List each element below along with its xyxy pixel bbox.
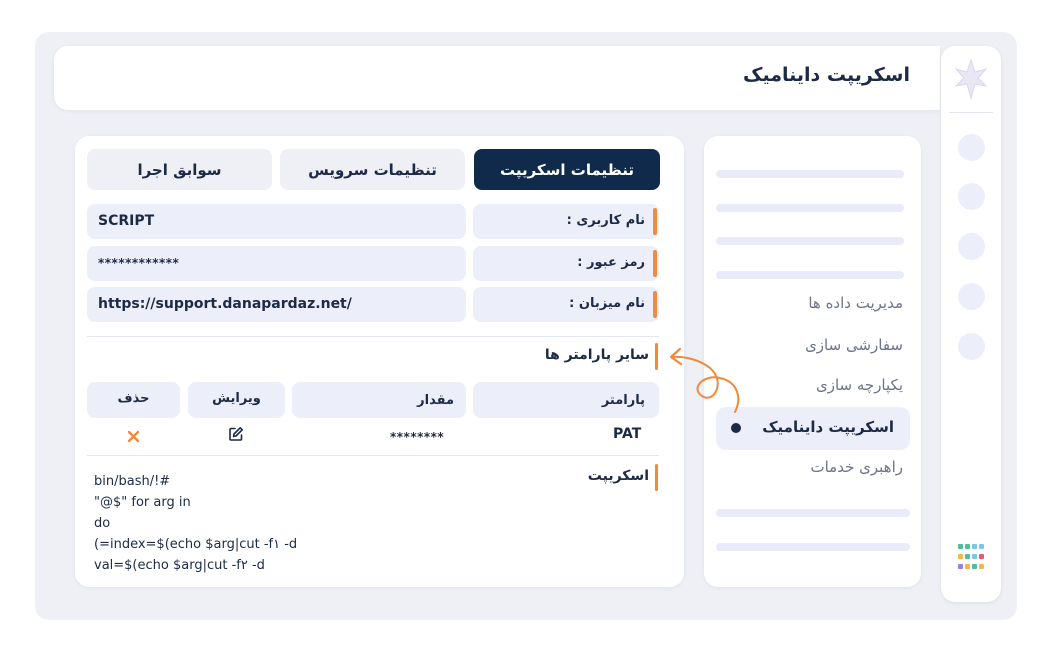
column-header-delete: حذف xyxy=(87,382,180,418)
code-line: val=$(echo $arg|cut -f۲ -d xyxy=(94,558,265,573)
param-value-cell: ******** xyxy=(390,430,445,444)
rail-nav-dot[interactable] xyxy=(958,134,985,161)
rail-divider xyxy=(949,112,993,113)
skeleton-line xyxy=(716,237,904,245)
page-title: اسکریپت داینامیک xyxy=(743,64,910,86)
skeleton-line xyxy=(716,543,910,551)
pointer-arrow-icon xyxy=(669,347,740,413)
password-field[interactable]: ************ xyxy=(87,246,466,281)
leaf-logo-icon xyxy=(954,58,988,100)
active-indicator-dot xyxy=(731,423,741,433)
column-header-param: پارامتر xyxy=(473,382,659,418)
skeleton-line xyxy=(716,509,910,517)
code-line: bin/bash/!# xyxy=(94,474,171,489)
tab-execution-history[interactable]: سوابق اجرا xyxy=(87,149,272,190)
code-line: "@$" for arg in xyxy=(94,495,191,510)
field-accent-bar xyxy=(653,291,657,318)
password-label: رمز عبور : xyxy=(473,246,659,281)
username-field[interactable]: SCRIPT xyxy=(87,204,466,239)
tab-script-settings[interactable]: تنظیمات اسکریپت xyxy=(474,149,660,190)
host-label: نام میزبان : xyxy=(473,287,659,322)
rail-nav-dot[interactable] xyxy=(958,183,985,210)
tab-service-settings[interactable]: تنظیمات سرویس xyxy=(280,149,465,190)
section-accent-bar xyxy=(655,343,658,370)
code-line: do xyxy=(94,516,111,531)
column-header-edit: ویرایش xyxy=(188,382,285,418)
close-icon[interactable] xyxy=(127,430,140,443)
icon-rail xyxy=(941,46,1001,602)
sidebar-item-data-management[interactable]: مدیریت داده ها xyxy=(808,294,903,312)
field-accent-bar xyxy=(653,208,657,235)
username-label: نام کاربری : xyxy=(473,204,659,239)
section-accent-bar xyxy=(655,464,658,491)
param-name-cell: PAT xyxy=(613,426,642,442)
divider xyxy=(87,455,659,456)
edit-icon[interactable] xyxy=(228,426,244,442)
page-header: اسکریپت داینامیک xyxy=(54,46,940,110)
field-accent-bar xyxy=(653,250,657,277)
script-settings-panel: تنظیمات اسکریپت تنظیمات سرویس سوابق اجرا… xyxy=(75,136,684,587)
host-field[interactable]: https://support.danapardaz.net/ xyxy=(87,287,466,322)
sidebar-item-label: اسکریپت داینامیک xyxy=(762,418,894,436)
skeleton-line xyxy=(716,170,904,178)
column-header-value: مقدار xyxy=(292,382,466,418)
params-title: سایر پارامتر ها xyxy=(544,347,649,363)
skeleton-line xyxy=(716,204,904,212)
rail-nav-dot[interactable] xyxy=(958,233,985,260)
rail-nav-dot[interactable] xyxy=(958,283,985,310)
skeleton-line xyxy=(716,271,904,279)
code-line: (=index=$(echo $arg|cut -f۱ -d xyxy=(94,537,298,552)
sidebar-item-service-governance[interactable]: راهبری خدمات xyxy=(810,458,903,476)
apps-grid-icon[interactable] xyxy=(958,544,986,572)
sidebar-item-integration[interactable]: یکپارچه سازی xyxy=(816,376,903,394)
script-title: اسکریپت xyxy=(587,468,649,484)
divider xyxy=(87,336,659,337)
script-editor[interactable]: bin/bash/!# "@$" for arg in do (=index=$… xyxy=(94,471,297,576)
rail-nav-dot[interactable] xyxy=(958,333,985,360)
sidebar-item-customization[interactable]: سفارشی سازی xyxy=(805,336,903,354)
